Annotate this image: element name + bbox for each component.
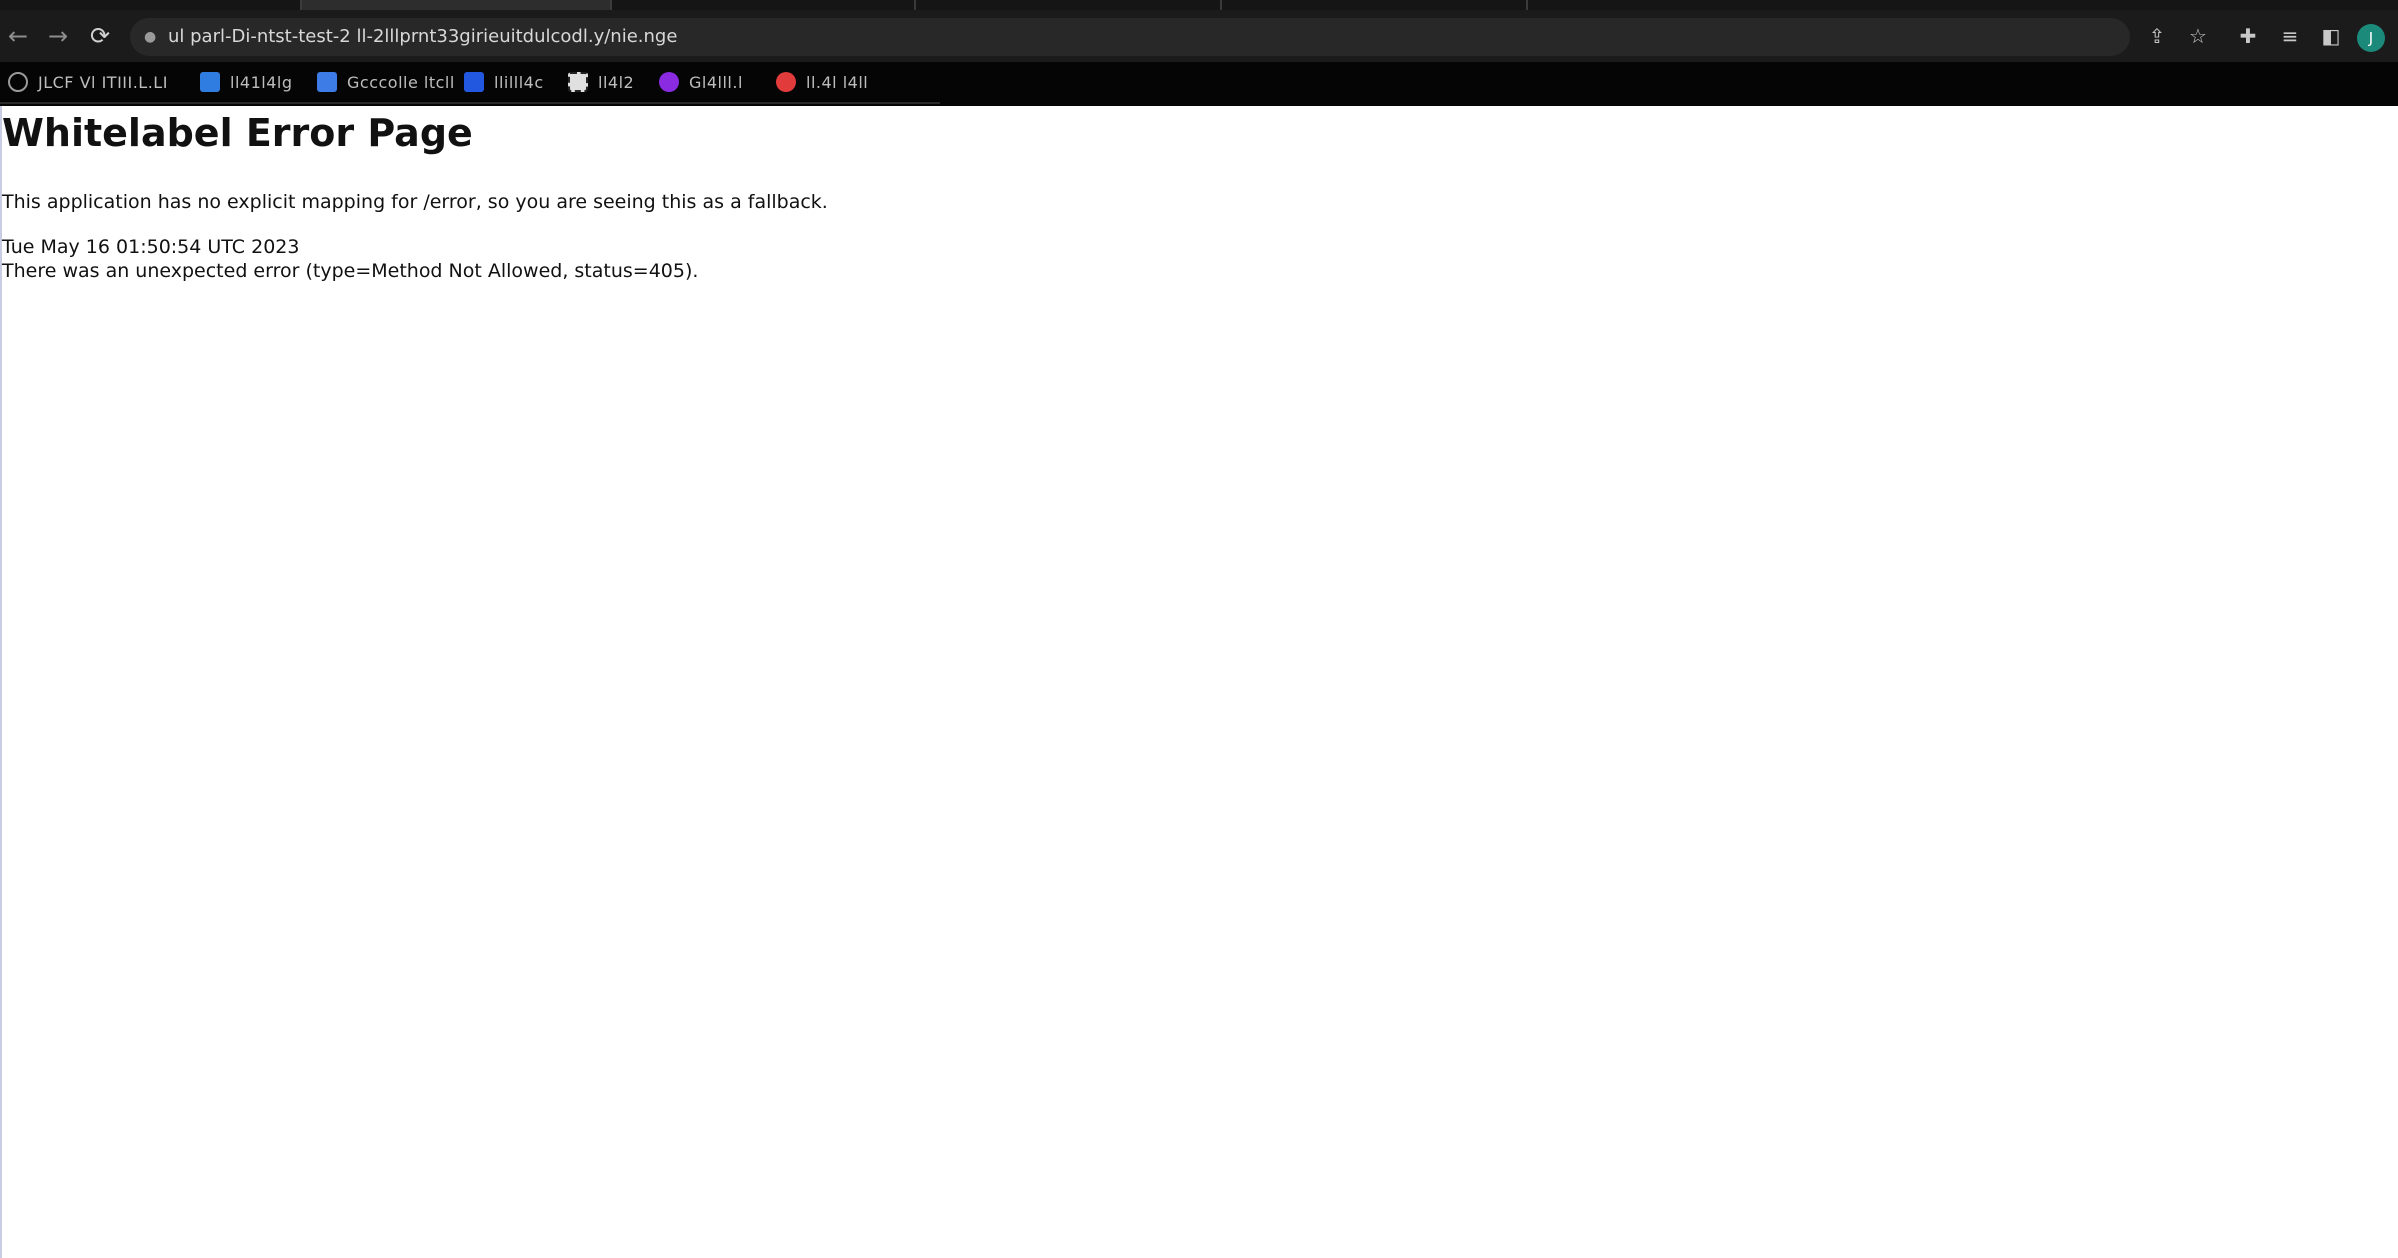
profile-avatar[interactable]: J — [2357, 24, 2385, 52]
arrow-right-icon: → — [47, 22, 69, 50]
bookmark-favicon-icon — [8, 72, 28, 92]
error-detail: There was an unexpected error (type=Meth… — [2, 260, 699, 282]
bookmark-item[interactable]: ll.4l l4ll — [776, 71, 868, 95]
puzzle-icon: ✚ — [2239, 24, 2257, 48]
bookmarks-divider — [0, 102, 940, 104]
bookmark-item[interactable]: ll41l4lg — [200, 71, 292, 95]
share-icon: ⇪ — [2148, 24, 2166, 48]
tab[interactable] — [0, 0, 302, 10]
bookmark-favicon-icon — [200, 72, 220, 92]
browser-chrome: ← → ⟳ ● ul parl-Di-ntst-test-2 ll-2lllpr… — [0, 0, 2398, 106]
address-bar[interactable]: ● ul parl-Di-ntst-test-2 ll-2lllprnt33gi… — [130, 18, 2130, 56]
tab-strip — [0, 0, 2398, 10]
bookmark-favicon-icon — [317, 72, 337, 92]
bookmark-favicon-icon — [568, 72, 588, 92]
star-icon: ☆ — [2189, 24, 2207, 48]
reading-list-button[interactable]: ≡ — [2274, 20, 2306, 52]
browser-toolbar: ← → ⟳ ● ul parl-Di-ntst-test-2 ll-2lllpr… — [0, 10, 2398, 62]
arrow-left-icon: ← — [7, 22, 29, 50]
error-timestamp: Tue May 16 01:50:54 UTC 2023 — [2, 236, 300, 258]
tab-active[interactable] — [302, 0, 612, 10]
reload-icon: ⟳ — [89, 22, 111, 50]
forward-button[interactable]: → — [40, 18, 76, 54]
back-button[interactable]: ← — [0, 18, 36, 54]
side-panel-icon: ◧ — [2321, 24, 2341, 48]
site-info-icon[interactable]: ● — [144, 18, 156, 56]
bookmark-item[interactable]: llilll4c — [464, 71, 544, 95]
bookmark-favicon-icon — [464, 72, 484, 92]
address-text: ul parl-Di-ntst-test-2 ll-2lllprnt33giri… — [168, 26, 678, 47]
bookmark-star-button[interactable]: ☆ — [2182, 20, 2214, 52]
bookmark-item[interactable]: Gcccolle ltcll — [317, 71, 455, 95]
bookmark-item[interactable]: Gl4lll.l — [659, 71, 743, 95]
bookmarks-bar: JLCF Vl ITIII.L.LI ll41l4lg Gcccolle ltc… — [0, 62, 2398, 106]
bookmark-item[interactable]: ll4l2 — [568, 71, 634, 95]
reload-button[interactable]: ⟳ — [82, 18, 118, 54]
side-panel-button[interactable]: ◧ — [2315, 20, 2347, 52]
bookmark-item[interactable]: JLCF Vl ITIII.L.LI — [8, 71, 168, 95]
bookmark-favicon-icon — [776, 72, 796, 92]
page-content: Whitelabel Error Page This application h… — [0, 106, 2398, 1258]
tab[interactable] — [1222, 0, 1528, 10]
extensions-button[interactable]: ✚ — [2232, 20, 2264, 52]
page-title: Whitelabel Error Page — [2, 111, 473, 155]
tab[interactable] — [612, 0, 916, 10]
fallback-message: This application has no explicit mapping… — [2, 191, 828, 213]
reading-list-icon: ≡ — [2281, 24, 2299, 48]
bookmark-favicon-icon — [659, 72, 679, 92]
tab[interactable] — [916, 0, 1222, 10]
share-button[interactable]: ⇪ — [2141, 20, 2173, 52]
